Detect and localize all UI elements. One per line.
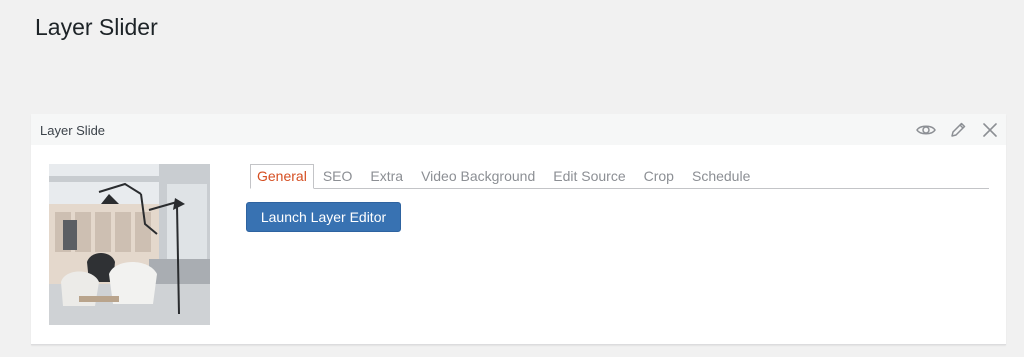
panel-actions — [916, 119, 1000, 141]
tab-video-background[interactable]: Video Background — [412, 165, 544, 188]
eye-icon[interactable] — [916, 120, 936, 140]
panel-title: Layer Slide — [40, 123, 106, 138]
tab-general[interactable]: General — [250, 164, 314, 189]
panel-header: Layer Slide — [31, 114, 1006, 145]
layer-slide-panel: Layer Slide General SEO Extra Video Back… — [31, 114, 1006, 345]
page-title: Layer Slider — [35, 14, 158, 40]
slide-thumbnail — [49, 164, 210, 325]
tab-edit-source[interactable]: Edit Source — [544, 165, 634, 188]
tab-schedule[interactable]: Schedule — [683, 165, 759, 188]
pencil-icon[interactable] — [948, 120, 968, 140]
close-icon[interactable] — [980, 120, 1000, 140]
tab-crop[interactable]: Crop — [635, 165, 683, 188]
tab-seo[interactable]: SEO — [314, 165, 362, 188]
slide-tabs: General SEO Extra Video Background Edit … — [250, 164, 989, 189]
tab-extra[interactable]: Extra — [361, 165, 412, 188]
launch-layer-editor-button[interactable]: Launch Layer Editor — [246, 202, 401, 232]
